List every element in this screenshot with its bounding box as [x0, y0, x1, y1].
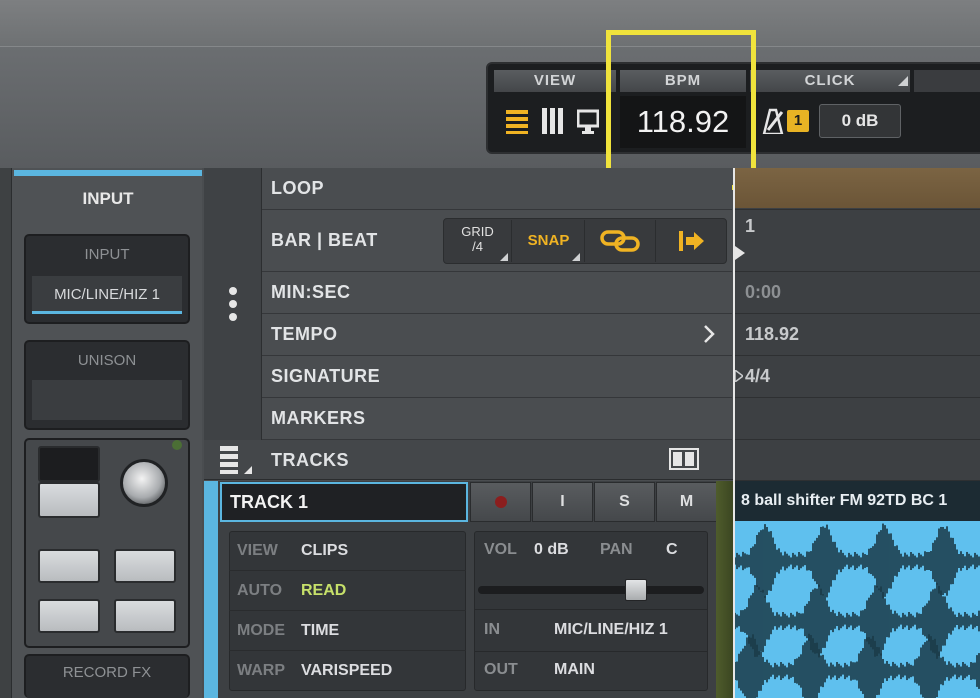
click-count-badge[interactable]: 1: [787, 110, 809, 132]
mode-key: MODE: [237, 621, 285, 639]
link-icon[interactable]: [600, 228, 640, 254]
click-label[interactable]: CLICK: [750, 70, 910, 92]
input-select-label: INPUT: [84, 246, 130, 263]
volume-fader-track[interactable]: [478, 586, 704, 594]
track-view-row[interactable]: VIEW CLIPS: [229, 531, 466, 571]
track-list-icon[interactable]: [220, 446, 252, 474]
tempo-value[interactable]: 118.92: [733, 314, 980, 356]
vol-label: VOL: [484, 541, 517, 558]
waveform: [735, 523, 980, 698]
view-key: VIEW: [237, 541, 278, 559]
in-value[interactable]: MIC/LINE/HIZ 1: [554, 621, 668, 639]
pan-value[interactable]: C: [666, 541, 678, 559]
markers-lane[interactable]: [733, 398, 980, 440]
tracks-lane-header: [733, 440, 980, 481]
channel-view-icon[interactable]: [541, 108, 563, 134]
unison-label: UNISON: [77, 352, 137, 369]
click-dropdown-icon[interactable]: [898, 76, 908, 86]
monitor-view-icon[interactable]: [577, 108, 599, 134]
more-options-icon[interactable]: [228, 286, 238, 322]
auto-value: READ: [301, 581, 347, 599]
input-panel-title: INPUT: [82, 189, 134, 208]
option-button-2[interactable]: [114, 549, 176, 583]
warp-value: VARISPEED: [301, 662, 393, 679]
chevron-right-icon[interactable]: [702, 324, 716, 344]
track-name-field[interactable]: TRACK 1: [220, 482, 468, 522]
input-select-value[interactable]: MIC/LINE/HIZ 1: [32, 276, 182, 314]
preamp-meter: [38, 446, 100, 482]
mix-divider: [474, 609, 708, 610]
top-toolbar: [0, 0, 980, 46]
record-fx-label: RECORD FX: [62, 664, 152, 681]
volume-fader-thumb[interactable]: [624, 579, 647, 601]
solo-button[interactable]: S: [594, 482, 655, 522]
status-led: [172, 440, 182, 450]
view-value: CLIPS: [301, 541, 349, 559]
follow-arrow-icon[interactable]: [678, 230, 706, 252]
record-arm-button[interactable]: [470, 482, 531, 522]
ruler-min-sec[interactable]: MIN:SEC: [262, 272, 732, 314]
gain-knob[interactable]: [120, 459, 168, 507]
grid-label: GRID: [461, 224, 494, 239]
record-icon: [494, 496, 507, 508]
option-button-3[interactable]: [38, 599, 100, 633]
ruler-loop[interactable]: LOOP: [262, 168, 732, 210]
input-panel-accent: [14, 170, 202, 176]
out-value[interactable]: MAIN: [554, 661, 595, 679]
mixer-view-icon[interactable]: [506, 108, 528, 134]
input-monitor-button[interactable]: I: [532, 482, 593, 522]
track-mode-row[interactable]: MODE TIME: [229, 611, 466, 651]
ruler-markers[interactable]: MARKERS: [262, 398, 732, 440]
bar-number: 1: [733, 210, 980, 272]
option-button-1[interactable]: [38, 549, 100, 583]
tracks-label: TRACKS: [271, 450, 349, 470]
time-value: 0:00: [733, 272, 980, 314]
mute-button[interactable]: M: [656, 482, 717, 522]
in-label: IN: [484, 621, 500, 638]
ruler-signature[interactable]: SIGNATURE: [262, 356, 732, 398]
grid-dropdown-icon[interactable]: [500, 253, 508, 261]
track-auto-row[interactable]: AUTO READ: [229, 571, 466, 611]
vol-value[interactable]: 0 dB: [534, 541, 569, 559]
bpm-highlight-box: [606, 30, 756, 190]
out-label: OUT: [484, 661, 518, 678]
loop-region[interactable]: [735, 168, 980, 208]
track-accent-bar: [204, 481, 218, 698]
signature-value[interactable]: 4/4: [733, 356, 980, 398]
grid-value: /4: [472, 239, 483, 254]
unison-display: [32, 380, 182, 420]
mix-divider-2: [474, 651, 708, 652]
transport-extension: [914, 70, 980, 92]
click-level-field[interactable]: 0 dB: [819, 104, 901, 138]
ruler-tempo[interactable]: TEMPO: [262, 314, 732, 356]
left-edge-strip: [0, 168, 12, 698]
track-warp-row[interactable]: WARP VARISPEED: [229, 651, 466, 691]
option-button-4[interactable]: [114, 599, 176, 633]
signature-marker-icon: [735, 370, 743, 382]
track-level-meter: [716, 481, 733, 698]
snap-dropdown-icon[interactable]: [572, 253, 580, 261]
warp-key: WARP: [237, 662, 285, 679]
pan-label: PAN: [600, 541, 633, 558]
playhead-marker-icon[interactable]: [735, 246, 745, 260]
preamp-button[interactable]: [38, 482, 100, 518]
clip-name[interactable]: 8 ball shifter FM 92TD BC 1: [735, 481, 980, 521]
mode-value: TIME: [301, 621, 340, 639]
panel-toggle-icon[interactable]: [669, 448, 699, 470]
metronome-icon[interactable]: [760, 108, 784, 134]
view-label: VIEW: [494, 70, 616, 92]
auto-key: AUTO: [237, 581, 283, 599]
